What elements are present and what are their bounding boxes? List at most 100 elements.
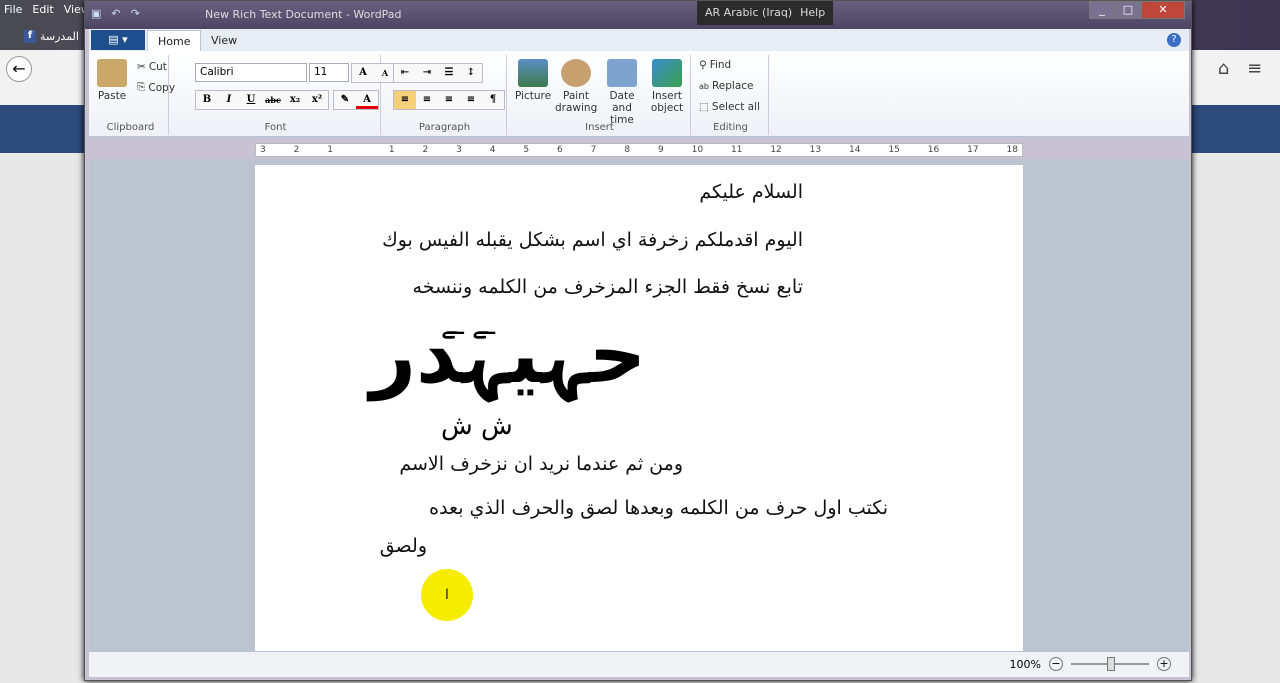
maximize-button[interactable]: □ [1115,1,1141,19]
highlight-icon[interactable]: ✎ [334,91,356,109]
browser-right-toolbar: ⌂ ≡ [1200,52,1280,84]
language[interactable]: AR Arabic (Iraq) [705,6,792,20]
menu-edit[interactable]: Edit [32,3,53,16]
title-bar: ▣ ↶ ↷ New Rich Text Document - WordPad AR … [85,1,1191,29]
ruler-tick: 17 [967,145,979,155]
ribbon-tabs: ▤ ▾ Home View ? [89,29,1189,51]
ruler-tick: 3 [456,145,462,155]
font-size-select[interactable]: 11 [309,63,349,82]
insert-label: Insert [585,122,614,133]
grow-font-button[interactable]: A [352,64,374,82]
select-all-button[interactable]: ⬚ Select all [699,101,760,113]
binoculars-icon: ⚲ [699,59,707,71]
find-button[interactable]: ⚲ Find [699,59,731,71]
ruler-tick: 12 [770,145,782,155]
menu-icon[interactable]: ≡ [1247,58,1262,79]
select-all-icon: ⬚ [699,101,709,113]
zoom-out-button[interactable]: − [1049,657,1063,671]
ruler-tick: 2 [422,145,429,155]
format-buttons: B I U abc x₂ x² [195,90,329,110]
ruler-tick: 6 [557,145,563,155]
paint-icon [561,59,591,87]
browser-menu: File Edit View [4,3,90,16]
scissors-icon: ✂ [137,61,146,73]
minimize-button[interactable]: _ [1089,1,1115,19]
ruler-tick: 4 [489,145,496,155]
doc-line: اليوم اقدملكم زخرفة اي اسم بشكل يقبله ال… [382,229,803,251]
ruler-tick: 2 [293,145,300,155]
paste-button[interactable]: Paste [97,59,127,102]
object-icon [652,59,682,87]
menu-file[interactable]: File [4,3,22,16]
picture-button[interactable]: Picture [513,59,553,102]
clipboard-label: Clipboard [106,122,155,133]
insert-group: Picture Paint drawing Date and time Inse… [509,55,691,135]
underline-button[interactable]: U [240,91,262,109]
paragraph-group: ⇤ ⇥ ☰ ↕ ≡ ≡ ≡ ≡ ¶ Paragraph [383,55,507,135]
redo-icon[interactable]: ↷ [131,7,140,20]
document-page[interactable]: السلام عليكم اليوم اقدملكم زخرفة اي اسم … [255,165,1023,655]
increase-indent-icon[interactable]: ⇥ [416,64,438,82]
wordpad-window: ▣ ↶ ↷ New Rich Text Document - WordPad AR … [84,0,1192,681]
undo-icon[interactable]: ↶ [111,7,120,20]
ruler-tick: 14 [849,145,861,155]
insert-object-button[interactable]: Insert object [647,59,687,114]
subscript-button[interactable]: x₂ [284,91,306,109]
decorated-marks-below: ش ش [441,411,513,441]
language-bar[interactable]: AR Arabic (Iraq) Help [697,1,834,25]
zoom-slider-thumb[interactable] [1107,657,1115,671]
ruler[interactable]: 3 2 1 1 2 3 4 5 6 7 8 9 10 11 12 13 14 15 16 17 18 [255,143,1023,157]
facebook-icon: f [24,30,36,43]
zoom-slider[interactable] [1071,657,1149,671]
decrease-indent-icon[interactable]: ⇤ [394,64,416,82]
document-area: السلام عليكم اليوم اقدملكم زخرفة اي اسم … [89,159,1189,655]
line-spacing-icon[interactable]: ↕ [460,64,482,82]
date-time-button[interactable]: Date and time [599,59,645,126]
italic-button[interactable]: I [218,91,240,109]
ruler-tick: 16 [927,145,940,155]
align-center-icon[interactable]: ≡ [416,91,438,109]
ruler-tick: 1 [327,145,334,155]
home-icon[interactable]: ⌂ [1218,58,1229,79]
clipboard-group: Paste ✂ Cut ⎘ Copy Clipboard [93,55,175,135]
superscript-button[interactable]: x² [306,91,328,109]
zoom-control: 100% − + [1010,657,1171,671]
help-icon[interactable]: ? [1167,33,1181,47]
doc-line: السلام عليكم [699,181,803,203]
font-family-select[interactable]: Calibri [195,63,307,82]
help-link[interactable]: Help [800,6,825,20]
ruler-tick: 18 [1006,145,1018,155]
tab-home[interactable]: Home [147,30,202,51]
align-left-icon[interactable]: ≡ [394,91,416,109]
paint-drawing-button[interactable]: Paint drawing [555,59,597,114]
tab-view[interactable]: View [201,30,247,51]
ruler-tick: 9 [657,145,664,155]
font-label: Font [264,122,287,133]
paste-icon [97,59,127,87]
zoom-in-button[interactable]: + [1157,657,1171,671]
align-right-icon[interactable]: ≡ [438,91,460,109]
copy-button[interactable]: ⎘ Copy [137,81,175,94]
ruler-tick: 5 [523,145,530,155]
close-button[interactable]: ✕ [1141,1,1185,19]
calendar-icon [607,59,637,87]
decorated-name: حہيہدر [370,308,647,401]
file-menu-button[interactable]: ▤ ▾ [91,30,145,50]
bold-button[interactable]: B [196,91,218,109]
ruler-tick: 10 [691,145,704,155]
doc-line: تابع نسخ فقط الجزء المزخرف من الكلمه ونن… [412,276,803,298]
window-title: New Rich Text Document - WordPad [205,8,402,21]
ruler-tick: 15 [888,145,900,155]
browser-tab-title[interactable]: المدرسة [40,30,79,43]
ruler-tick: 8 [624,145,631,155]
justify-icon[interactable]: ≡ [460,91,482,109]
strikethrough-button[interactable]: abc [262,91,284,109]
replace-button[interactable]: ab Replace [699,80,754,92]
paragraph-icon[interactable]: ¶ [482,91,504,109]
cut-button[interactable]: ✂ Cut [137,61,167,73]
font-color-icon[interactable]: A [356,91,378,109]
bullets-icon[interactable]: ☰ [438,64,460,82]
save-icon[interactable]: ▣ [91,7,101,20]
ruler-tick: 7 [590,145,597,155]
back-button[interactable]: ← [6,56,32,82]
